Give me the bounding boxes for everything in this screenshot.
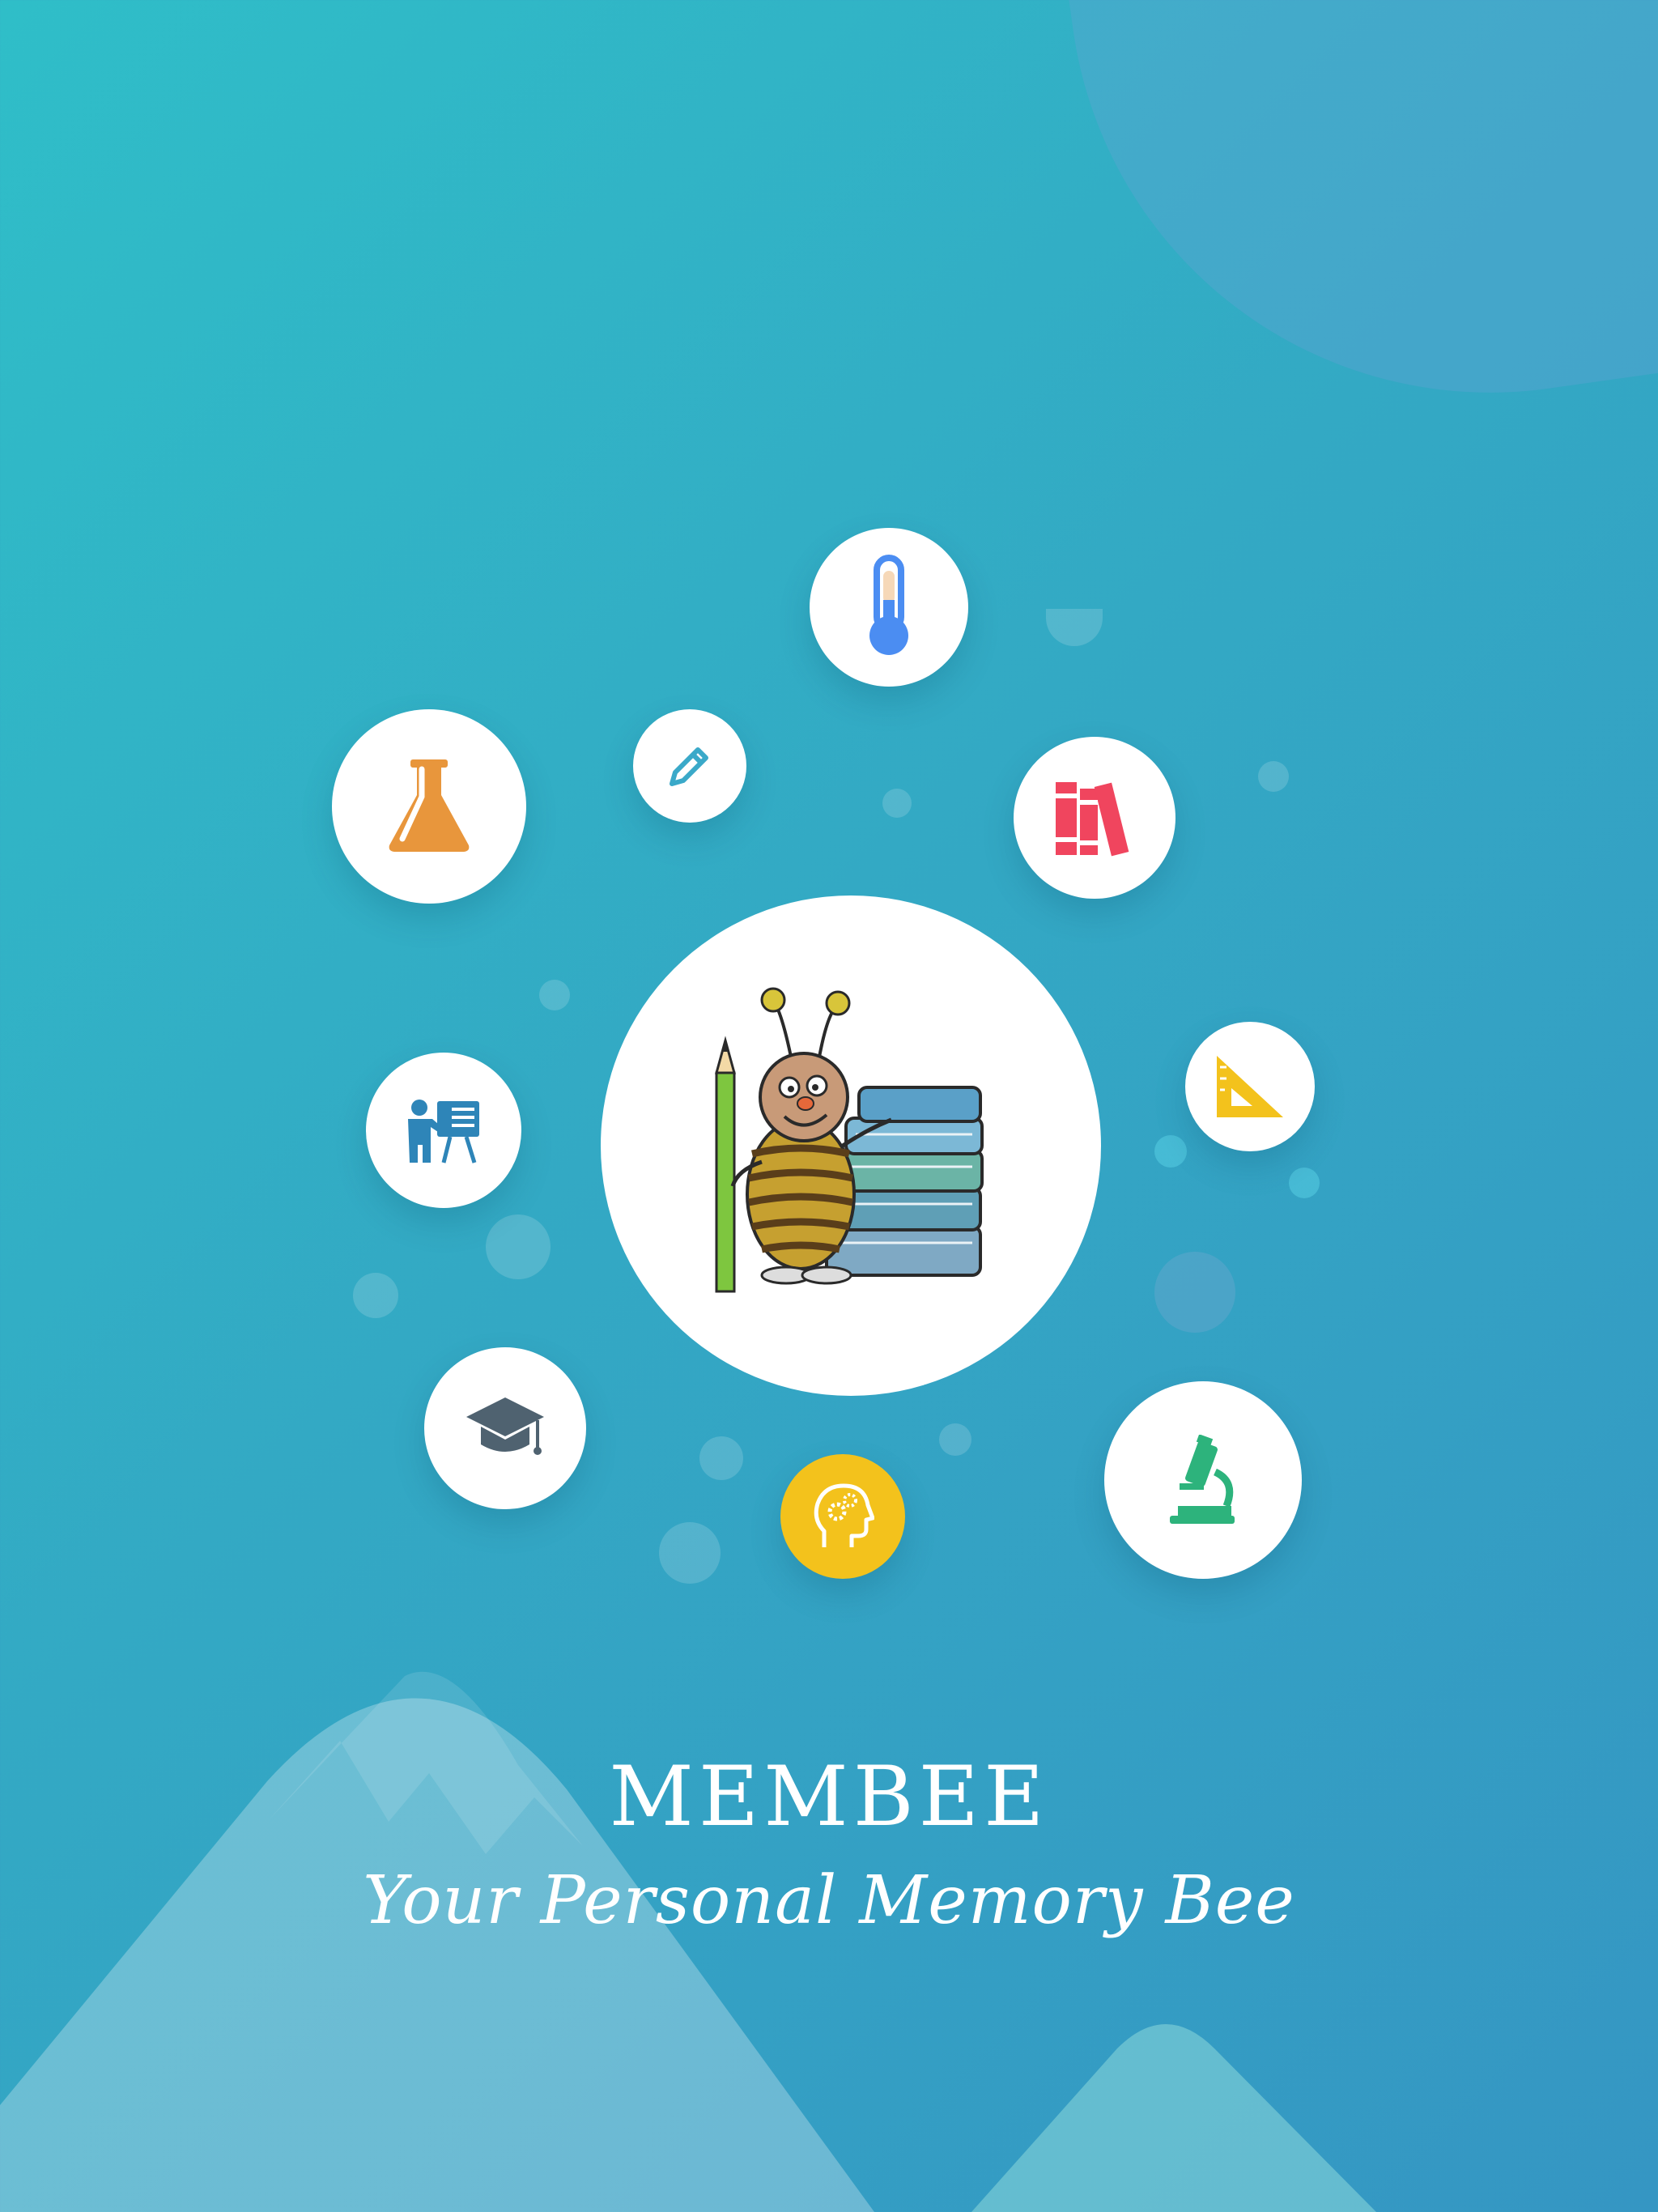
app-tagline: Your Personal Memory Bee	[363, 1862, 1295, 1939]
teacher-board-circle	[366, 1053, 521, 1208]
thermometer-icon	[869, 555, 908, 655]
decorative-bubble	[882, 789, 912, 818]
bee-with-books-illustration	[715, 987, 984, 1293]
books-circle	[1014, 737, 1175, 899]
pencil-illustration	[715, 1036, 736, 1293]
set-square-circle	[1185, 1022, 1315, 1151]
flask-circle	[332, 709, 526, 904]
mascot-circle	[601, 895, 1101, 1396]
brain-gears-circle	[780, 1454, 905, 1579]
decorative-bubble	[486, 1214, 551, 1279]
pencil-circle	[633, 709, 746, 823]
teacher-board-icon	[408, 1100, 479, 1163]
decorative-bubble	[1154, 1252, 1235, 1333]
decorative-bubble	[539, 980, 570, 1010]
decorative-bubble	[699, 1436, 743, 1480]
microscope-circle	[1104, 1381, 1302, 1579]
decorative-bubble	[939, 1423, 971, 1456]
graduation-cap-icon	[466, 1397, 544, 1455]
decorative-bubble	[353, 1273, 398, 1318]
decorative-bubble	[1289, 1168, 1320, 1198]
flask-icon	[389, 759, 470, 852]
books-icon	[1056, 782, 1129, 857]
set-square-icon	[1217, 1056, 1283, 1117]
brain-gears-icon	[814, 1483, 874, 1547]
thermometer-circle	[810, 528, 968, 687]
decorative-bubble	[1154, 1135, 1187, 1168]
pencil-icon	[670, 747, 708, 786]
microscope-icon	[1170, 1435, 1235, 1524]
top-decorative-shape	[1030, 0, 1658, 448]
decorative-bubble	[1046, 609, 1103, 646]
graduation-cap-circle	[424, 1347, 586, 1509]
decorative-bubble	[659, 1522, 721, 1584]
app-title: MEMBEE	[609, 1749, 1049, 1845]
decorative-bubble	[1258, 761, 1289, 792]
